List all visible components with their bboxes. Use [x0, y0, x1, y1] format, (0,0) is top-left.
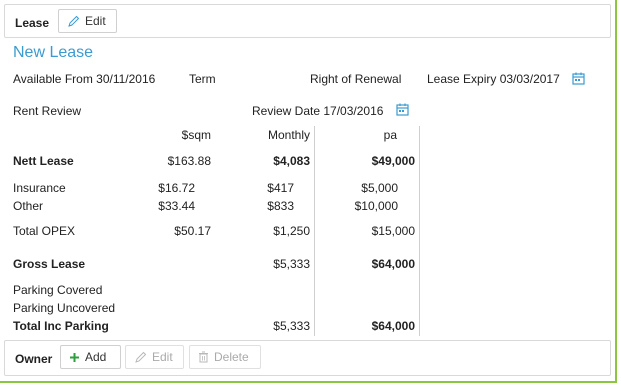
row-label: Gross Lease	[13, 257, 86, 271]
lease-panel-title: Lease	[15, 16, 50, 30]
header-pa: pa	[383, 128, 397, 142]
review-date-calendar-icon[interactable]	[396, 103, 409, 116]
owner-panel: Owner Add Edit Delete	[4, 340, 611, 376]
review-date-field: Review Date 17/03/2016	[252, 104, 384, 118]
row-monthly: $5,333	[273, 257, 310, 271]
pencil-icon	[135, 351, 147, 363]
row-sqm: $16.72	[158, 181, 195, 195]
row-label: Total Inc Parking	[13, 319, 109, 333]
owner-add-button[interactable]: Add	[60, 345, 121, 369]
term-field: Term	[189, 72, 216, 86]
owner-delete-button[interactable]: Delete	[189, 345, 261, 369]
pencil-icon	[68, 15, 80, 27]
row-label: Insurance	[13, 181, 66, 195]
owner-edit-button[interactable]: Edit	[125, 345, 184, 369]
lease-expiry-calendar-icon[interactable]	[572, 72, 585, 85]
row-monthly: $5,333	[273, 319, 310, 333]
header-monthly: Monthly	[267, 128, 310, 142]
row-pa: $5,000	[361, 181, 398, 195]
row-label: Parking Covered	[13, 283, 103, 297]
row-monthly: $4,083	[273, 154, 310, 168]
row-pa: $64,000	[371, 257, 415, 271]
row-pa: $64,000	[371, 319, 415, 333]
row-label: Nett Lease	[13, 154, 74, 168]
table-divider	[314, 126, 315, 336]
row-sqm: $163.88	[167, 154, 211, 168]
lease-edit-label: Edit	[85, 14, 106, 28]
right-of-renewal-field: Right of Renewal	[310, 72, 402, 86]
lease-panel: Lease Edit	[4, 4, 611, 38]
row-label: Other	[13, 199, 44, 213]
owner-add-label: Add	[85, 350, 107, 364]
row-label: Total OPEX	[13, 224, 76, 238]
page-title: New Lease	[13, 44, 94, 61]
lease-expiry-field: Lease Expiry 03/03/2017	[427, 72, 560, 86]
row-pa: $10,000	[354, 199, 398, 213]
row-label: Parking Uncovered	[13, 301, 116, 315]
owner-delete-label: Delete	[214, 350, 249, 364]
row-pa: $15,000	[371, 224, 415, 238]
table-divider	[419, 126, 420, 336]
row-pa: $49,000	[371, 154, 415, 168]
trash-icon	[199, 351, 208, 363]
row-sqm: $33.44	[158, 199, 195, 213]
owner-edit-label: Edit	[152, 350, 173, 364]
plus-icon	[70, 352, 79, 362]
lease-edit-button[interactable]: Edit	[58, 9, 117, 33]
header-sqm: $sqm	[181, 128, 211, 142]
available-from-field: Available From 30/11/2016	[13, 72, 156, 86]
row-monthly: $833	[267, 199, 294, 213]
row-monthly: $417	[267, 181, 294, 195]
owner-panel-title: Owner	[15, 352, 53, 366]
row-monthly: $1,250	[273, 224, 310, 238]
rent-review-field: Rent Review	[13, 104, 82, 118]
row-sqm: $50.17	[174, 224, 211, 238]
